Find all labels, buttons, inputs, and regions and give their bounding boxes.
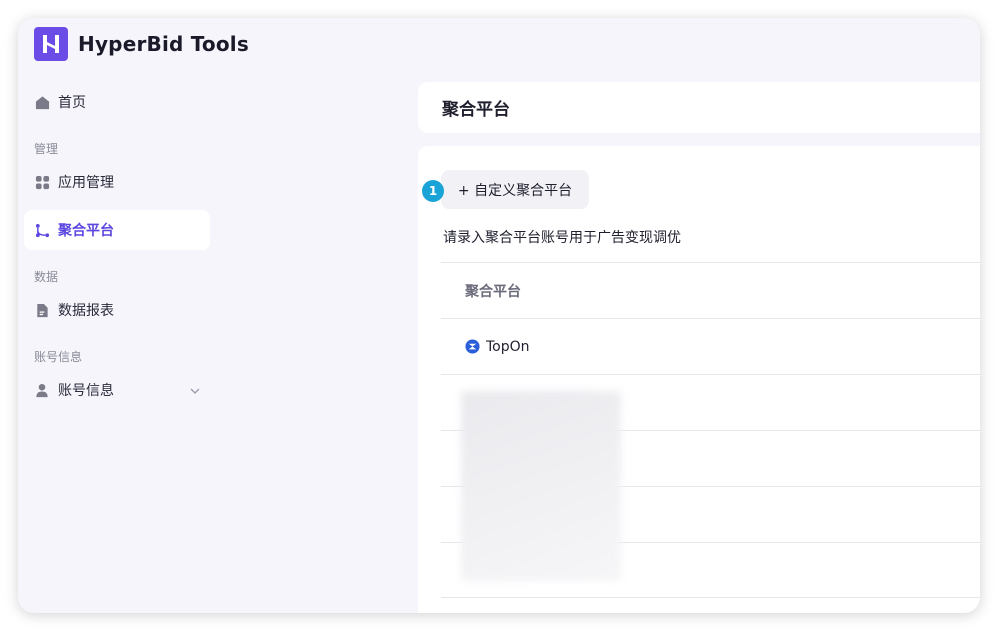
sidebar-group-manage: 管理 — [34, 142, 59, 156]
table-cell-platform: TopOn — [465, 339, 530, 355]
home-icon — [34, 94, 50, 110]
step-badge: 1 — [422, 180, 444, 202]
column-header-platform: 聚合平台 — [465, 283, 521, 300]
apps-grid-icon — [34, 174, 50, 190]
page-title: 聚合平台 — [442, 100, 510, 120]
sidebar-item-label: 账号信息 — [58, 383, 114, 399]
sidebar-group-account: 账号信息 — [34, 350, 83, 364]
user-icon — [34, 382, 50, 398]
content-card: + 自定义聚合平台 1 请录入聚合平台账号用于广告变现调优 聚合平台 TopOn — [418, 146, 980, 613]
branch-icon — [34, 222, 50, 238]
sidebar-item-mediation[interactable]: 聚合平台 — [24, 210, 210, 250]
sidebar-item-label: 首页 — [58, 95, 86, 111]
app-title: HyperBid Tools — [78, 32, 249, 56]
page-title-card: 聚合平台 — [418, 82, 980, 133]
app-window: HyperBid Tools 首页 管理 应用管理 聚合平台 数据 数据报表 账… — [18, 18, 980, 613]
app-header: HyperBid Tools — [18, 18, 980, 70]
document-icon — [34, 302, 50, 318]
sidebar-item-reports[interactable]: 数据报表 — [24, 290, 210, 330]
table-header-row: 聚合平台 — [441, 262, 980, 318]
platform-name: TopOn — [486, 338, 530, 355]
hyperbid-logo-icon — [34, 27, 68, 61]
add-custom-mediation-button[interactable]: + 自定义聚合平台 — [441, 170, 589, 209]
sidebar-item-label: 数据报表 — [58, 303, 114, 319]
page-description: 请录入聚合平台账号用于广告变现调优 — [443, 230, 681, 246]
sidebar-group-data: 数据 — [34, 270, 59, 284]
sidebar-item-label: 聚合平台 — [58, 223, 114, 239]
sidebar-item-label: 应用管理 — [58, 175, 114, 191]
topon-logo-icon — [465, 339, 480, 354]
table-row[interactable]: TopOn — [441, 318, 980, 374]
sidebar-item-home[interactable]: 首页 — [24, 82, 210, 122]
sidebar-item-apps[interactable]: 应用管理 — [24, 162, 210, 202]
redacted-region — [461, 391, 621, 581]
chevron-down-icon[interactable] — [190, 384, 200, 400]
sidebar-item-account[interactable]: 账号信息 — [24, 370, 210, 410]
